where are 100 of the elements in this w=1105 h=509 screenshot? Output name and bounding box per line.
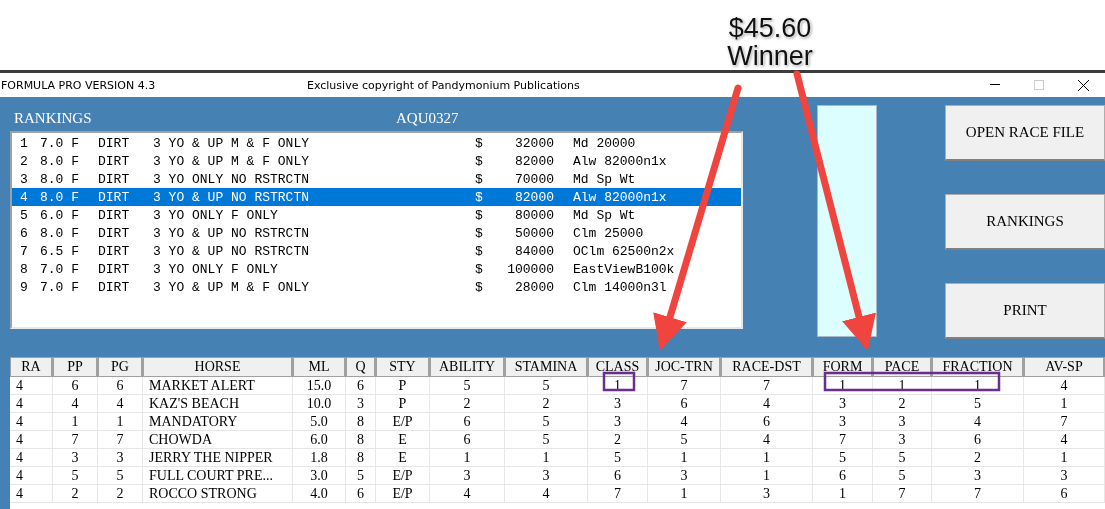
table-cell: 1	[721, 449, 813, 467]
table-cell: 6	[932, 431, 1024, 449]
table-cell: 8	[346, 449, 376, 467]
command-button[interactable]: RANKINGS	[945, 194, 1105, 250]
table-cell: 4	[10, 449, 53, 467]
table-cell: E/P	[376, 485, 430, 503]
table-cell: E	[376, 449, 430, 467]
column-header[interactable]: CLASS	[588, 357, 648, 377]
table-cell: 5	[648, 431, 721, 449]
table-cell: 3	[721, 485, 813, 503]
table-cell: 2	[505, 395, 588, 413]
table-cell: 4	[648, 413, 721, 431]
table-cell: 4	[10, 431, 53, 449]
table-cell: 2	[98, 485, 143, 503]
race-list-item[interactable]: 6 8.0 F DIRT 3 YO & UP NO RSTRCTN $ 50000 Clm 25000	[12, 224, 742, 242]
maximize-icon	[1034, 80, 1044, 90]
column-header[interactable]: PP	[53, 357, 98, 377]
table-cell: 7	[873, 485, 932, 503]
table-cell: 4	[721, 395, 813, 413]
column-header[interactable]: PACE	[873, 357, 932, 377]
race-list-item[interactable]: 5 6.0 F DIRT 3 YO ONLY F ONLY $ 80000 Md Sp Wt	[12, 206, 742, 224]
table-cell: JERRY THE NIPPER	[143, 449, 293, 467]
table-cell: 5	[505, 431, 588, 449]
panel-title: RANKINGS	[13, 109, 93, 127]
column-header[interactable]: STY	[376, 357, 430, 377]
table-cell: 2	[588, 431, 648, 449]
column-header[interactable]: PG	[98, 357, 143, 377]
payout-amount: $45.60	[728, 14, 812, 42]
race-list-item[interactable]: 1 7.0 F DIRT 3 YO & UP M & F ONLY $ 32000 Md 20000	[12, 134, 742, 152]
column-header[interactable]: ML	[293, 357, 346, 377]
table-cell: 4	[721, 431, 813, 449]
table-cell: 5	[505, 377, 588, 395]
table-cell: 2	[932, 449, 1024, 467]
table-cell: 2	[430, 395, 505, 413]
column-header[interactable]: ABILITY	[430, 357, 505, 377]
copyright-notice: Exclusive copyright of Pandymonium Publications	[307, 78, 581, 92]
race-list-item[interactable]: 8 7.0 F DIRT 3 YO ONLY F ONLY $ 100000 EastViewB100k	[12, 260, 742, 278]
table-cell: 8	[346, 431, 376, 449]
table-cell: 5	[873, 449, 932, 467]
table-cell: 6.0	[293, 431, 346, 449]
table-cell: 7	[53, 431, 98, 449]
table-cell: 4	[1024, 377, 1105, 395]
column-header[interactable]: RA	[10, 357, 53, 377]
table-cell: P	[376, 377, 430, 395]
table-cell: 4	[10, 467, 53, 485]
table-cell: 4	[932, 413, 1024, 431]
table-cell: 1	[98, 413, 143, 431]
table-cell: 7	[98, 431, 143, 449]
column-header[interactable]: STAMINA	[505, 357, 588, 377]
table-cell: 3	[346, 395, 376, 413]
table-cell: 5	[346, 467, 376, 485]
table-cell: 3	[505, 467, 588, 485]
table-cell: 3	[98, 449, 143, 467]
table-cell: CHOWDA	[143, 431, 293, 449]
race-list-item[interactable]: 4 8.0 F DIRT 3 YO & UP NO RSTRCTN $ 82000 Alw 82000n1x	[12, 188, 742, 206]
table-cell: 3	[588, 413, 648, 431]
table-cell: 6	[430, 413, 505, 431]
table-cell: 6	[648, 395, 721, 413]
table-cell: 3	[648, 467, 721, 485]
table-cell: 6	[721, 413, 813, 431]
table-cell: 4	[10, 485, 53, 503]
race-list-item[interactable]: 2 8.0 F DIRT 3 YO & UP M & F ONLY $ 82000 Alw 82000n1x	[12, 152, 742, 170]
table-cell: 6	[1024, 485, 1105, 503]
table-cell: 3	[813, 395, 873, 413]
table-cell: E	[376, 431, 430, 449]
table-cell: 10.0	[293, 395, 346, 413]
table-cell: 4	[10, 377, 53, 395]
table-cell: 1	[430, 449, 505, 467]
race-list-item[interactable]: 3 8.0 F DIRT 3 YO ONLY NO RSTRCTN $ 70000 Md Sp Wt	[12, 170, 742, 188]
column-header[interactable]: JOC-TRN	[648, 357, 721, 377]
table-cell: FULL COURT PRE...	[143, 467, 293, 485]
table-cell: 7	[588, 485, 648, 503]
table-cell: 6	[346, 377, 376, 395]
column-header[interactable]: HORSE	[143, 357, 293, 377]
table-cell: 1	[648, 449, 721, 467]
column-header[interactable]: Q	[346, 357, 376, 377]
table-cell: 1	[1024, 449, 1105, 467]
command-button[interactable]: PRINT	[945, 283, 1105, 339]
race-list-item[interactable]: 7 6.5 F DIRT 3 YO & UP NO RSTRCTN $ 84000 OClm 62500n2x	[12, 242, 742, 260]
table-cell: 3	[932, 467, 1024, 485]
table-cell: 3	[1024, 467, 1105, 485]
column-header[interactable]: RACE-DST	[721, 357, 813, 377]
column-header[interactable]: FRACTION	[932, 357, 1024, 377]
command-button[interactable]: OPEN RACE FILE	[945, 105, 1105, 161]
table-cell: 5	[53, 467, 98, 485]
column-header[interactable]: FORM	[813, 357, 873, 377]
table-cell: 4	[10, 395, 53, 413]
table-cell: 1	[505, 449, 588, 467]
table-cell: 5	[588, 449, 648, 467]
table-cell: 7	[648, 377, 721, 395]
highlight-box	[602, 371, 636, 392]
table-cell: P	[376, 395, 430, 413]
table-cell: 4	[98, 395, 143, 413]
window-title: FORMULA PRO VERSION 4.3	[0, 78, 157, 92]
race-list-item[interactable]: 9 7.0 F DIRT 3 YO & UP M & F ONLY $ 28000 Clm 14000n3l	[12, 278, 742, 296]
table-cell: 6	[98, 377, 143, 395]
table-cell: 5	[98, 467, 143, 485]
table-cell: MARKET ALERT	[143, 377, 293, 395]
table-cell: 1	[1024, 395, 1105, 413]
column-header[interactable]: AV-SP	[1024, 357, 1105, 377]
